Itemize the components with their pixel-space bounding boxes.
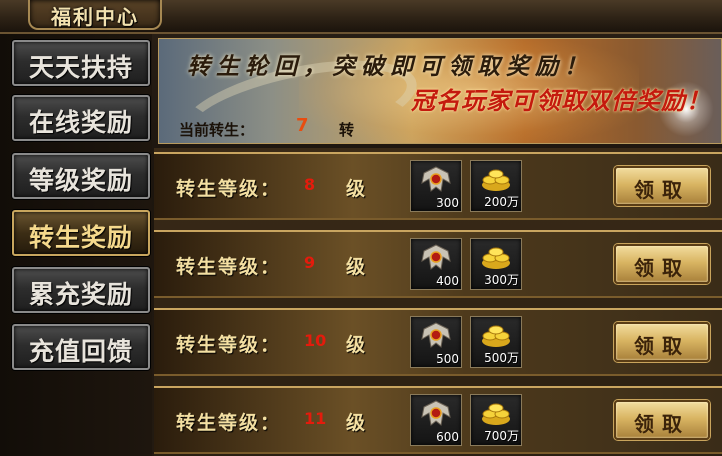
reward-row: 转生等级： 11 级 600 700万 领取 — [154, 386, 722, 454]
reward-level-unit: 级 — [346, 178, 366, 200]
reward-item-count: 300万 — [484, 273, 519, 287]
claim-button[interactable]: 领取 — [614, 166, 710, 206]
reward-item-slot[interactable]: 500万 — [470, 316, 522, 368]
sidebar-item-daily-support[interactable]: 天天扶持 — [12, 40, 150, 86]
emblem-icon — [421, 244, 451, 270]
reward-item-count: 600 — [436, 430, 459, 444]
reward-item-count: 400 — [436, 274, 459, 288]
reward-item-count: 500 — [436, 352, 459, 366]
reward-item-slot[interactable]: 500 — [410, 316, 462, 368]
reward-level-unit: 级 — [346, 412, 366, 434]
sidebar-item-label: 等级奖励 — [28, 166, 133, 195]
claim-button-label: 领取 — [634, 334, 690, 358]
sidebar: 天天扶持 在线奖励 等级奖励 转生奖励 累充奖励 充值回馈 — [0, 34, 152, 456]
welfare-panel: 福利中心 天天扶持 在线奖励 等级奖励 转生奖励 累充奖励 充值回馈 转生轮回，… — [0, 0, 722, 456]
promo-banner: 转生轮回，突破即可领取奖励！ 冠名玩家可领取双倍奖励！ 当前转生： 7 转 — [158, 38, 722, 144]
reward-item-slot[interactable]: 300 — [410, 160, 462, 212]
reward-level-value: 9 — [304, 253, 316, 272]
claim-button[interactable]: 领取 — [614, 400, 710, 440]
reward-item-slot[interactable]: 400 — [410, 238, 462, 290]
claim-button[interactable]: 领取 — [614, 244, 710, 284]
reward-item-count: 500万 — [484, 351, 519, 365]
current-rebirth-label: 当前转生： — [179, 121, 255, 139]
claim-button-label: 领取 — [634, 256, 690, 280]
panel-title: 福利中心 — [51, 5, 139, 29]
reward-item-slot[interactable]: 700万 — [470, 394, 522, 446]
emblem-icon — [421, 400, 451, 426]
reward-item-slot[interactable]: 600 — [410, 394, 462, 446]
reward-item-slot[interactable]: 200万 — [470, 160, 522, 212]
reward-level-label: 转生等级： — [176, 256, 282, 278]
reward-level-label: 转生等级： — [176, 178, 282, 200]
reward-list: 转生等级： 8 级 300 200万 领取 转生等级： 9 级 400 300万… — [154, 148, 722, 456]
reward-item-count: 700万 — [484, 429, 519, 443]
current-rebirth-value: 7 — [296, 115, 309, 136]
reward-row: 转生等级： 10 级 500 500万 领取 — [154, 308, 722, 376]
gold-ingots-icon — [482, 169, 510, 191]
sidebar-item-label: 累充奖励 — [28, 280, 133, 309]
emblem-icon — [421, 166, 451, 192]
sidebar-item-rebirth-reward[interactable]: 转生奖励 — [12, 210, 150, 256]
reward-row: 转生等级： 9 级 400 300万 领取 — [154, 230, 722, 298]
reward-item-count: 300 — [436, 196, 459, 210]
sidebar-item-online-reward[interactable]: 在线奖励 — [12, 95, 150, 141]
reward-level-unit: 级 — [346, 334, 366, 356]
top-bar: 福利中心 — [0, 0, 722, 34]
emblem-icon — [421, 322, 451, 348]
reward-level-label: 转生等级： — [176, 334, 282, 356]
gold-ingots-icon — [482, 247, 510, 269]
sidebar-item-recharge-feedback[interactable]: 充值回馈 — [12, 324, 150, 370]
gold-ingots-icon — [482, 403, 510, 425]
reward-level-value: 8 — [304, 175, 316, 194]
reward-level-value: 10 — [304, 331, 327, 350]
sidebar-item-label: 在线奖励 — [28, 108, 133, 137]
claim-button-label: 领取 — [634, 412, 690, 436]
sidebar-item-cumulative-recharge[interactable]: 累充奖励 — [12, 267, 150, 313]
reward-item-slot[interactable]: 300万 — [470, 238, 522, 290]
claim-button[interactable]: 领取 — [614, 322, 710, 362]
reward-row: 转生等级： 8 级 300 200万 领取 — [154, 152, 722, 220]
reward-level-value: 11 — [304, 409, 327, 428]
reward-level-label: 转生等级： — [176, 412, 282, 434]
claim-button-label: 领取 — [634, 178, 690, 202]
sidebar-item-label: 充值回馈 — [28, 337, 133, 366]
reward-item-count: 200万 — [484, 195, 519, 209]
title-tab: 福利中心 — [28, 0, 162, 30]
sidebar-item-label: 天天扶持 — [28, 53, 133, 82]
sidebar-item-label: 转生奖励 — [28, 223, 133, 252]
current-rebirth-unit: 转 — [339, 121, 355, 139]
sidebar-item-level-reward[interactable]: 等级奖励 — [12, 153, 150, 199]
banner-headline: 转生轮回，突破即可领取奖励！ — [187, 53, 593, 80]
banner-subheadline: 冠名玩家可领取双倍奖励！ — [411, 86, 711, 115]
reward-level-unit: 级 — [346, 256, 366, 278]
gold-ingots-icon — [482, 325, 510, 347]
